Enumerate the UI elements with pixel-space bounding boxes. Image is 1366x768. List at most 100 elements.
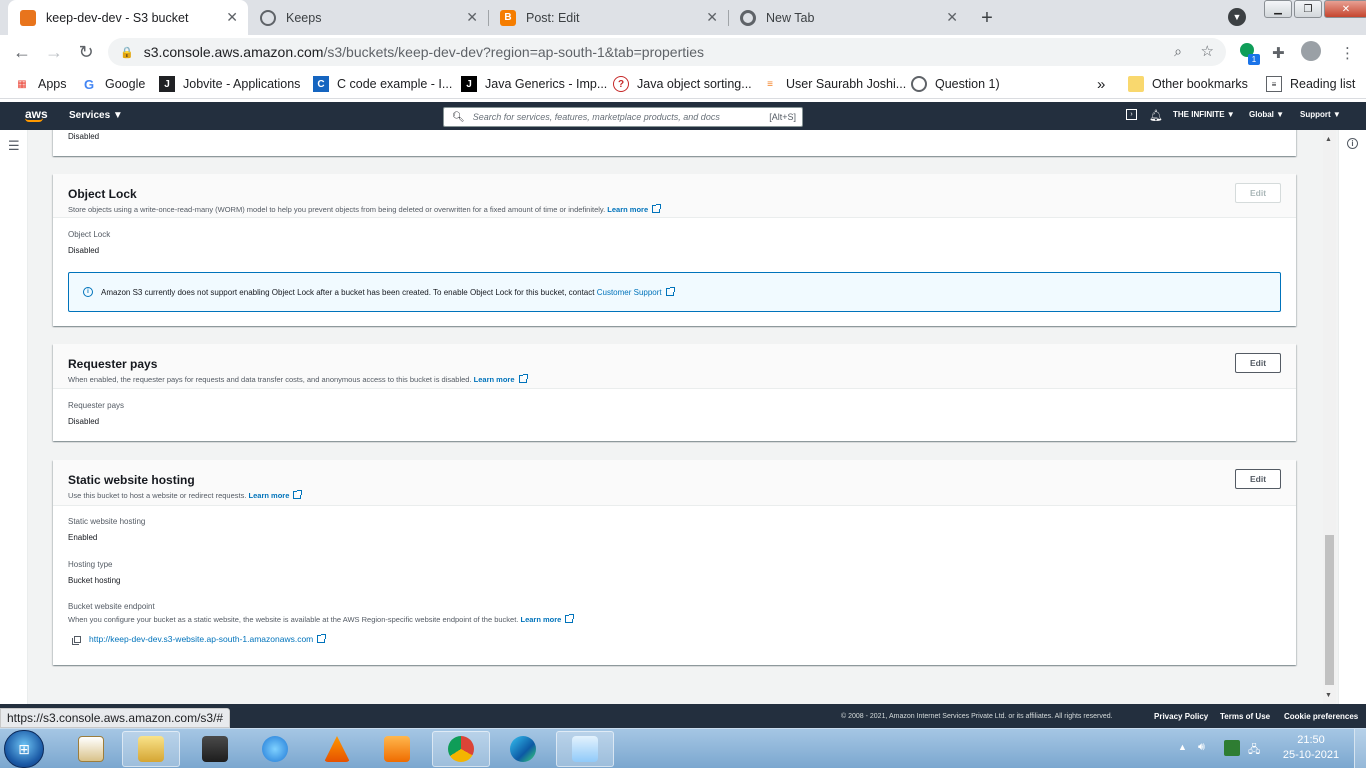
reload-icon[interactable]: ↻ xyxy=(75,41,97,63)
taskbar-notepad-app[interactable] xyxy=(556,731,614,767)
static-website-edit-button[interactable]: Edit xyxy=(1235,469,1281,489)
left-rail: ☰ xyxy=(0,130,28,704)
notepad-icon xyxy=(572,736,598,762)
static-website-description: Use this bucket to host a website or red… xyxy=(68,490,1281,500)
laptop-icon xyxy=(202,736,228,762)
tab-close-icon[interactable]: ✕ xyxy=(946,9,958,26)
bookmark-google[interactable]: G Google xyxy=(81,76,145,92)
back-arrow-icon[interactable]: ← xyxy=(11,41,33,63)
volume-icon[interactable]: 🔊︎ xyxy=(1198,741,1205,754)
other-bookmarks-label: Other bookmarks xyxy=(1152,77,1248,91)
tray-green-app-icon[interactable] xyxy=(1224,740,1240,756)
static-website-panel: Static website hosting Use this bucket t… xyxy=(53,460,1296,665)
tab-close-icon[interactable]: ✕ xyxy=(466,9,478,26)
maximize-button[interactable]: ❐ xyxy=(1294,0,1322,18)
static-website-learn-more-link[interactable]: Learn more xyxy=(249,491,290,500)
close-window-button[interactable]: ✕ xyxy=(1324,0,1366,18)
scroll-up-arrow-icon[interactable]: ▲ xyxy=(1325,136,1332,143)
taskbar-mail-app[interactable] xyxy=(62,731,120,767)
scrollbar-thumb[interactable] xyxy=(1325,535,1334,685)
taskbar-vlc-app[interactable] xyxy=(308,731,366,767)
blogger-icon: B xyxy=(500,9,516,26)
zoom-search-icon[interactable]: ⌕ xyxy=(1174,43,1182,60)
tab-close-icon[interactable]: ✕ xyxy=(226,9,238,26)
endpoint-learn-more-link[interactable]: Learn more xyxy=(520,615,561,624)
profile-avatar[interactable] xyxy=(1301,41,1321,61)
info-panel-icon[interactable]: i xyxy=(1347,138,1358,149)
tab-keeps[interactable]: Keeps ✕ xyxy=(248,0,489,35)
customer-support-link[interactable]: Customer Support xyxy=(597,288,662,297)
bookmark-user-saurabh[interactable]: ≡ User Saurabh Joshi... xyxy=(762,76,906,92)
tab-title: keep-dev-dev - S3 bucket xyxy=(46,10,189,25)
cookie-preferences-link[interactable]: Cookie preferences xyxy=(1284,712,1358,721)
tab-post-edit[interactable]: B Post: Edit ✕ xyxy=(488,0,729,35)
static-hosting-label: Static website hosting xyxy=(68,517,146,526)
minimize-button[interactable]: ▁ xyxy=(1264,0,1292,18)
tab-search-dropdown-icon[interactable]: ▼ xyxy=(1228,8,1246,26)
other-bookmarks[interactable]: Other bookmarks xyxy=(1128,76,1248,92)
forward-arrow-icon[interactable]: → xyxy=(43,41,65,63)
object-lock-info-alert: i Amazon S3 currently does not support e… xyxy=(68,272,1281,312)
bookmark-question-1[interactable]: Question 1) xyxy=(911,76,1000,92)
scroll-down-arrow-icon[interactable]: ▼ xyxy=(1325,692,1332,699)
aws-logo[interactable]: aws xyxy=(25,107,48,122)
object-lock-field-label: Object Lock xyxy=(68,230,111,239)
taskbar-network-app[interactable] xyxy=(186,731,244,767)
privacy-policy-link[interactable]: Privacy Policy xyxy=(1154,712,1208,721)
bookmark-java-sorting[interactable]: ? Java object sorting... xyxy=(613,76,752,92)
start-button-windows-icon[interactable]: ⊞ xyxy=(4,730,44,768)
address-bar[interactable]: 🔒 s3.console.aws.amazon.com/s3/buckets/k… xyxy=(108,38,1226,66)
static-website-header: Static website hosting Use this bucket t… xyxy=(53,460,1296,506)
services-menu[interactable]: Services ▼ xyxy=(69,110,123,121)
previous-panel-value: Disabled xyxy=(68,132,100,141)
object-lock-edit-button[interactable]: Edit xyxy=(1235,183,1281,203)
aws-search-input[interactable]: 🔍︎ Search for services, features, market… xyxy=(443,107,803,127)
bookmark-java-generics[interactable]: J Java Generics - Imp... xyxy=(461,76,607,92)
region-menu[interactable]: Global ▼ xyxy=(1249,110,1284,119)
bookmark-jobvite[interactable]: J Jobvite - Applications xyxy=(159,76,300,92)
support-menu[interactable]: Support ▼ xyxy=(1300,110,1341,119)
more-menu-icon[interactable]: ⋮ xyxy=(1340,44,1355,62)
object-lock-field: Object Lock Disabled xyxy=(68,230,110,255)
requester-pays-field-label: Requester pays xyxy=(68,401,125,410)
taskbar-media-app[interactable] xyxy=(368,731,426,767)
endpoint-label: Bucket website endpoint xyxy=(68,602,155,611)
copy-icon[interactable] xyxy=(72,636,81,645)
clock-date: 25-10-2021 xyxy=(1282,749,1340,761)
edge-icon xyxy=(510,736,536,762)
object-lock-learn-more-link[interactable]: Learn more xyxy=(607,205,648,214)
reading-list[interactable]: ≡ Reading list xyxy=(1266,76,1355,92)
new-tab-button[interactable]: + xyxy=(974,5,1000,31)
taskbar-edge-app[interactable] xyxy=(494,731,552,767)
taskbar-explorer-app[interactable] xyxy=(122,731,180,767)
terms-of-use-link[interactable]: Terms of Use xyxy=(1220,712,1270,721)
bookmark-apps[interactable]: ▦ Apps xyxy=(14,76,66,92)
taskbar-clock[interactable]: 21:50 25-10-2021 xyxy=(1280,733,1342,763)
bookmark-label: Java object sorting... xyxy=(637,77,752,91)
bookmark-c-code[interactable]: C C code example - I... xyxy=(313,76,452,92)
taskbar-ie-app[interactable] xyxy=(246,731,304,767)
taskbar-chrome-app[interactable] xyxy=(432,731,490,767)
hamburger-menu-icon[interactable]: ☰ xyxy=(8,138,20,154)
tab-keep-dev-dev[interactable]: keep-dev-dev - S3 bucket ✕ xyxy=(8,0,248,35)
show-desktop-button[interactable] xyxy=(1354,729,1366,768)
tab-new-tab[interactable]: New Tab ✕ xyxy=(728,0,968,35)
show-hidden-icons-arrow[interactable]: ▲ xyxy=(1178,742,1187,752)
content-scrollbar[interactable]: ▲ ▼ xyxy=(1323,130,1336,704)
extensions-puzzle-icon[interactable]: ✚ xyxy=(1272,44,1285,62)
static-hosting-value: Enabled xyxy=(68,533,98,542)
apps-grid-icon: ▦ xyxy=(17,78,27,90)
requester-pays-edit-button[interactable]: Edit xyxy=(1235,353,1281,373)
tab-close-icon[interactable]: ✕ xyxy=(706,9,718,26)
stackoverflow-icon: ≡ xyxy=(767,78,773,90)
notifications-bell-icon[interactable]: 🔔︎ xyxy=(1149,109,1163,122)
static-website-title: Static website hosting xyxy=(68,473,195,487)
bookmarks-overflow-icon[interactable]: » xyxy=(1097,76,1105,93)
network-icon[interactable]: 🖧︎ xyxy=(1248,741,1260,760)
requester-pays-learn-more-link[interactable]: Learn more xyxy=(474,375,515,384)
account-menu[interactable]: THE INFINITE ▼ xyxy=(1173,110,1235,119)
endpoint-url-link[interactable]: http://keep-dev-dev.s3-website.ap-south-… xyxy=(89,634,313,644)
bookmark-star-icon[interactable]: ☆ xyxy=(1201,42,1214,60)
browser-tab-strip: keep-dev-dev - S3 bucket ✕ Keeps ✕ B Pos… xyxy=(0,0,1366,35)
cloudshell-icon[interactable]: › xyxy=(1126,109,1137,120)
